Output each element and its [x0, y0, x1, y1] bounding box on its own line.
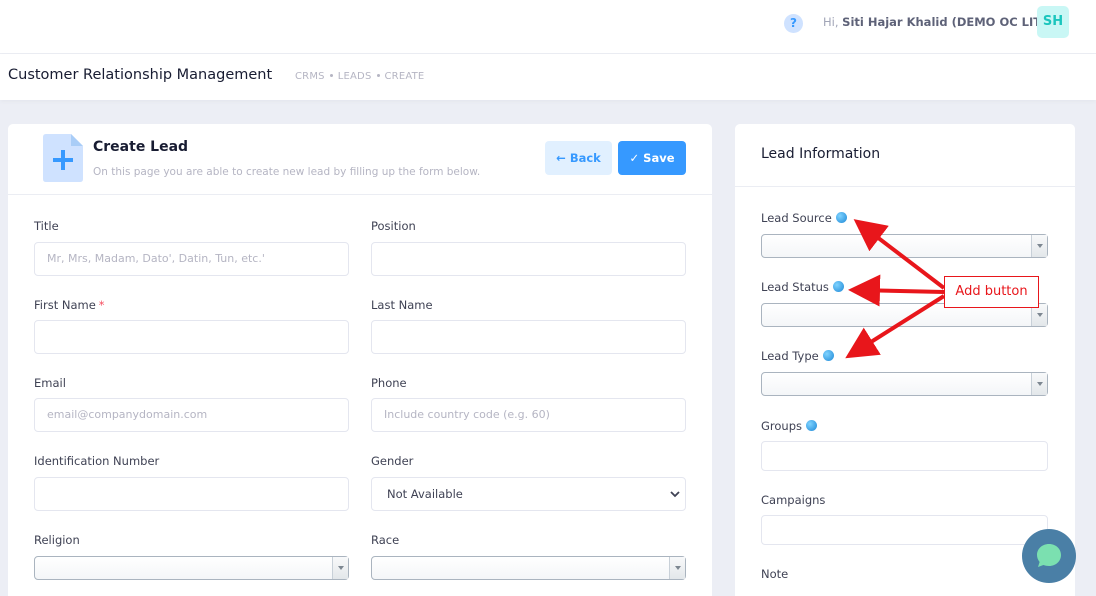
avatar[interactable]: SH	[1037, 6, 1069, 38]
dropdown-arrow-icon[interactable]	[1031, 235, 1047, 257]
lead-type-combobox[interactable]	[761, 372, 1048, 396]
identification-label: Identification Number	[34, 454, 160, 468]
phone-label: Phone	[371, 376, 407, 390]
note-label: Note	[761, 567, 789, 581]
position-input[interactable]	[371, 242, 686, 276]
add-lead-source-icon[interactable]	[835, 212, 847, 223]
last-name-label: Last Name	[371, 298, 433, 312]
email-input[interactable]: email@companydomain.com	[34, 398, 349, 432]
breadcrumb-leads[interactable]: LEADS	[338, 71, 372, 82]
subheader: Customer Relationship Management CRMS LEA…	[0, 54, 1096, 100]
religion-combobox[interactable]	[34, 556, 349, 580]
title-label: Title	[34, 219, 59, 233]
gender-label: Gender	[371, 454, 414, 468]
lead-status-label-text: Lead Status	[761, 280, 829, 294]
identification-input[interactable]	[34, 477, 349, 511]
greeting-prefix: Hi,	[823, 15, 839, 29]
lead-status-label: Lead Status	[761, 280, 844, 294]
religion-label: Religion	[34, 533, 80, 547]
lead-source-label: Lead Source	[761, 211, 847, 225]
chat-bubble-icon	[1037, 544, 1061, 567]
help-icon[interactable]: ?	[784, 14, 803, 33]
lead-type-label: Lead Type	[761, 349, 834, 363]
lead-source-combobox[interactable]	[761, 234, 1048, 258]
position-label: Position	[371, 219, 416, 233]
card-divider	[735, 186, 1075, 187]
breadcrumb-crms[interactable]: CRMS	[295, 71, 325, 82]
back-label: Back	[569, 151, 601, 165]
groups-label-text: Groups	[761, 419, 803, 433]
last-name-input[interactable]	[371, 320, 686, 354]
lead-type-label-text: Lead Type	[761, 349, 819, 363]
document-add-icon	[43, 134, 83, 182]
form-title: Create Lead	[93, 139, 189, 155]
form-description: On this page you are able to create new …	[93, 166, 481, 178]
card-divider	[8, 194, 712, 195]
arrow-left-icon: ←	[556, 151, 566, 165]
campaigns-input[interactable]	[761, 515, 1048, 545]
groups-input[interactable]	[761, 441, 1048, 471]
add-group-icon[interactable]	[806, 420, 818, 431]
page-title: Customer Relationship Management	[8, 67, 273, 83]
required-mark: *	[98, 298, 105, 312]
dropdown-arrow-icon[interactable]	[332, 557, 348, 579]
create-lead-card: Create Lead On this page you are able to…	[8, 124, 712, 596]
gender-value: Not Available	[387, 487, 463, 501]
first-name-input[interactable]	[34, 320, 349, 354]
gender-select[interactable]: Not Available	[371, 477, 686, 511]
chat-button[interactable]	[1022, 529, 1076, 583]
check-icon: ✓	[629, 151, 640, 165]
user-greeting[interactable]: Hi, Siti Hajar Khalid (DEMO OC LITE)	[823, 15, 1054, 29]
breadcrumb: CRMS LEADS CREATE	[295, 71, 424, 82]
user-name: Siti Hajar Khalid (DEMO OC LITE)	[842, 15, 1055, 29]
race-combobox[interactable]	[371, 556, 686, 580]
lead-source-label-text: Lead Source	[761, 211, 832, 225]
lead-information-title: Lead Information	[761, 146, 881, 162]
phone-input[interactable]: Include country code (e.g. 60)	[371, 398, 686, 432]
first-name-label-text: First Name	[34, 298, 96, 312]
save-button[interactable]: ✓ Save	[618, 141, 686, 175]
add-button-annotation: Add button	[944, 276, 1039, 308]
add-lead-status-icon[interactable]	[832, 281, 844, 292]
chevron-down-icon	[670, 491, 680, 498]
groups-label: Groups	[761, 419, 818, 433]
campaigns-label: Campaigns	[761, 493, 826, 507]
dropdown-arrow-icon[interactable]	[669, 557, 685, 579]
email-label: Email	[34, 376, 66, 390]
breadcrumb-create[interactable]: CREATE	[385, 71, 425, 82]
top-bar: ? Hi, Siti Hajar Khalid (DEMO OC LITE) S…	[0, 0, 1096, 54]
dropdown-arrow-icon[interactable]	[1031, 373, 1047, 395]
back-button[interactable]: ← Back	[545, 141, 612, 175]
title-input[interactable]: Mr, Mrs, Madam, Dato', Datin, Tun, etc.'	[34, 242, 349, 276]
save-label: Save	[643, 151, 675, 165]
first-name-label: First Name *	[34, 298, 105, 312]
add-lead-type-icon[interactable]	[822, 350, 834, 361]
race-label: Race	[371, 533, 400, 547]
lead-information-card: Lead Information Lead Source Lead Status…	[735, 124, 1075, 596]
